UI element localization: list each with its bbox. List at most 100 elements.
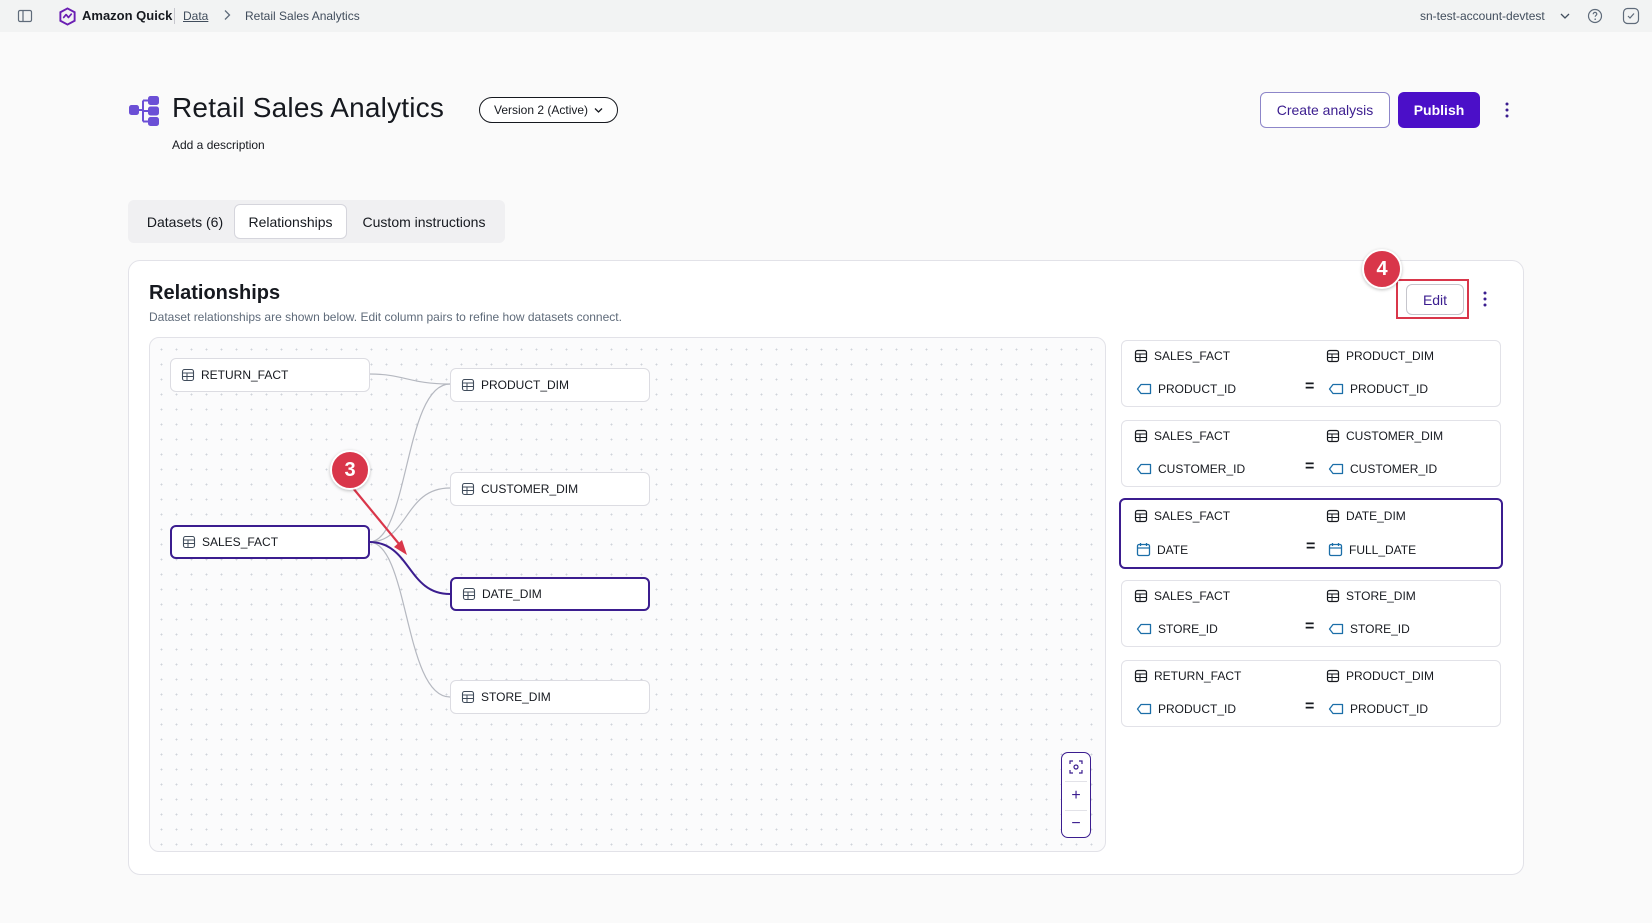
relationship-card[interactable]: RETURN_FACT PRODUCT_DIM PRODUCT_ID = PRO… (1121, 660, 1501, 727)
right-column: PRODUCT_ID (1328, 382, 1428, 396)
database-icon (181, 368, 195, 382)
edge-return-fact-product-dim (368, 373, 451, 385)
panel-subtitle: Dataset relationships are shown below. E… (149, 310, 622, 324)
right-table: DATE_DIM (1326, 509, 1406, 523)
right-table: PRODUCT_DIM (1326, 669, 1434, 683)
database-icon (1134, 669, 1148, 683)
edit-button[interactable]: Edit (1406, 284, 1464, 315)
node-store-dim[interactable]: STORE_DIM (450, 680, 650, 714)
left-column: STORE_ID (1136, 622, 1218, 636)
edge-sales-fact-store-dim (368, 541, 451, 698)
page-title: Retail Sales Analytics (172, 92, 445, 123)
tab-bar: Datasets (6) Relationships Custom instru… (128, 200, 505, 243)
fit-view-icon (1069, 760, 1083, 774)
breadcrumb-current: Retail Sales Analytics (245, 9, 360, 23)
amazon-quick-logo-icon[interactable] (58, 7, 77, 26)
left-table: RETURN_FACT (1134, 669, 1241, 683)
database-icon (182, 535, 196, 549)
panel-title: Relationships (149, 282, 281, 304)
left-table: SALES_FACT (1134, 589, 1230, 603)
right-column-name: PRODUCT_ID (1350, 702, 1429, 716)
equals-operator: = (1305, 458, 1315, 475)
right-column-name: CUSTOMER_ID (1350, 462, 1438, 476)
zoom-in-button[interactable]: + (1062, 782, 1090, 810)
right-column: STORE_ID (1328, 622, 1410, 636)
version-label: Version 2 (Active) (494, 103, 589, 117)
breadcrumb-data-link[interactable]: Data (183, 9, 208, 23)
tab-relationships[interactable]: Relationships (234, 204, 347, 239)
database-icon (1326, 589, 1340, 603)
help-icon[interactable] (1587, 8, 1603, 24)
left-column-name: DATE (1157, 542, 1189, 557)
equals-operator: = (1305, 618, 1315, 635)
right-table-name: PRODUCT_DIM (1346, 669, 1435, 683)
calendar-icon (1136, 543, 1151, 557)
left-table: SALES_FACT (1134, 509, 1230, 523)
node-date-dim[interactable]: DATE_DIM (450, 577, 650, 611)
right-column-name: PRODUCT_ID (1350, 382, 1429, 396)
left-table-name: SALES_FACT (1154, 509, 1231, 523)
left-column: PRODUCT_ID (1136, 702, 1236, 716)
database-icon (1134, 429, 1148, 443)
tag-icon (1136, 463, 1152, 475)
equals-operator: = (1305, 378, 1315, 395)
relationship-card[interactable]: SALES_FACT STORE_DIM STORE_ID = STORE_ID (1121, 580, 1501, 647)
edge-sales-fact-customer-dim (368, 487, 451, 543)
relationship-card-selected[interactable]: SALES_FACT DATE_DIM DATE = FULL_DATE (1119, 498, 1503, 569)
version-dropdown[interactable]: Version 2 (Active) (479, 97, 619, 123)
right-table: CUSTOMER_DIM (1326, 429, 1443, 443)
zoom-out-button[interactable]: − (1062, 810, 1090, 838)
node-product-dim[interactable]: PRODUCT_DIM (450, 368, 650, 402)
left-column: DATE (1136, 542, 1188, 557)
tab-custom-instructions[interactable]: Custom instructions (347, 204, 501, 239)
chevron-right-icon (224, 10, 231, 20)
tag-icon (1136, 703, 1152, 715)
node-sales-fact[interactable]: SALES_FACT (170, 525, 370, 559)
node-label: RETURN_FACT (201, 368, 289, 382)
fit-view-button[interactable] (1062, 753, 1090, 781)
database-icon (461, 482, 475, 496)
left-table: SALES_FACT (1134, 349, 1230, 363)
more-options-icon[interactable] (1499, 101, 1515, 119)
tag-icon (1328, 463, 1344, 475)
database-icon (1326, 669, 1340, 683)
node-label: SALES_FACT (202, 535, 279, 549)
relationship-card[interactable]: SALES_FACT CUSTOMER_DIM CUSTOMER_ID = CU… (1121, 420, 1501, 487)
node-customer-dim[interactable]: CUSTOMER_DIM (450, 472, 650, 506)
dataset-relationships-icon (129, 96, 159, 126)
app-name[interactable]: Amazon Quick (82, 8, 172, 23)
node-return-fact[interactable]: RETURN_FACT (170, 358, 370, 392)
relationship-card[interactable]: SALES_FACT PRODUCT_DIM PRODUCT_ID = PROD… (1121, 340, 1501, 407)
left-column-name: PRODUCT_ID (1158, 702, 1237, 716)
database-icon (1326, 509, 1340, 523)
left-table-name: SALES_FACT (1154, 349, 1231, 363)
create-analysis-button[interactable]: Create analysis (1260, 92, 1390, 128)
tag-icon (1136, 623, 1152, 635)
add-description-link[interactable]: Add a description (172, 138, 265, 152)
left-column: PRODUCT_ID (1136, 382, 1236, 396)
publish-button[interactable]: Publish (1398, 92, 1480, 128)
step-4-badge: 4 (1362, 249, 1402, 289)
tag-icon (1328, 623, 1344, 635)
notifications-icon[interactable] (1621, 6, 1641, 26)
left-table-name: SALES_FACT (1154, 429, 1231, 443)
sidebar-toggle-icon[interactable] (17, 8, 33, 24)
left-column-name: PRODUCT_ID (1158, 382, 1237, 396)
tag-icon (1136, 383, 1152, 395)
right-column: FULL_DATE (1328, 542, 1416, 557)
right-column: PRODUCT_ID (1328, 702, 1428, 716)
database-icon (1134, 589, 1148, 603)
account-selector[interactable]: sn-test-account-devtest (1420, 9, 1545, 23)
database-icon (461, 378, 475, 392)
database-icon (1134, 509, 1148, 523)
topbar-divider (174, 8, 175, 24)
tab-datasets[interactable]: Datasets (6) (132, 204, 238, 239)
left-column-name: CUSTOMER_ID (1158, 462, 1246, 476)
database-icon (461, 690, 475, 704)
chevron-down-icon[interactable] (1560, 12, 1570, 20)
left-table: SALES_FACT (1134, 429, 1230, 443)
right-table-name: DATE_DIM (1346, 509, 1406, 523)
more-options-icon[interactable] (1477, 290, 1493, 308)
tag-icon (1328, 383, 1344, 395)
database-icon (1134, 349, 1148, 363)
